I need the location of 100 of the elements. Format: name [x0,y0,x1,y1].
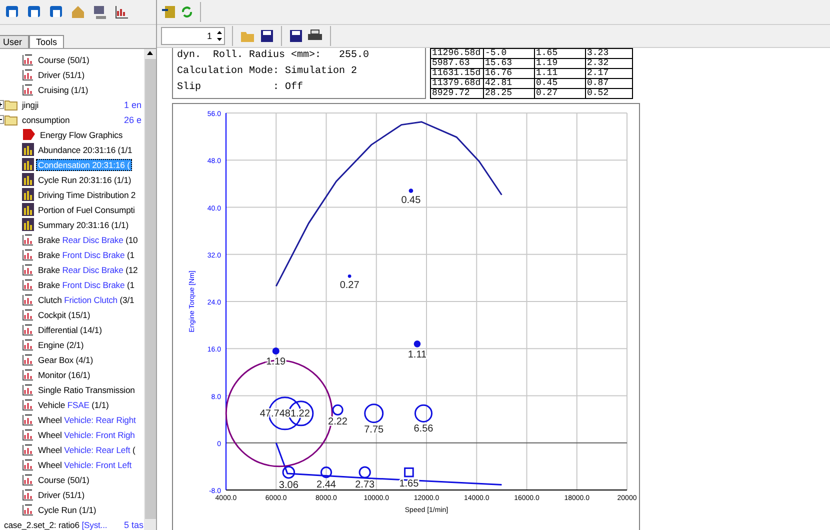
folder-icon [4,114,18,126]
table-cell: 0.45 [534,78,586,88]
table-cell: 5987.63 [430,58,484,68]
chart-file-icon [22,383,34,396]
chart-file-icon [22,263,34,276]
chart-file-icon [22,443,34,456]
scrollbar[interactable] [144,49,156,530]
chart-file-icon [22,488,34,501]
table-cell: 0.27 [534,88,586,98]
tree-item[interactable]: Wheel Vehicle: Rear Right [36,414,138,426]
chart-file-icon [22,473,34,486]
energy-flow-icon [22,128,36,141]
data-label: 2.73 [355,480,375,491]
tree-item[interactable]: Wheel Vehicle: Front Righ [36,428,137,440]
tree-item[interactable]: Vehicle FSAE (1/1) [36,398,111,410]
table-cell: 3.23 [586,48,632,58]
chart-file-icon [22,353,34,366]
tree-item[interactable]: Portion of Fuel Consumpti [36,204,137,216]
data-point [348,274,352,278]
info-line: Slip : Off [177,80,304,95]
tree-item[interactable]: Cruising (1/1) [36,84,90,96]
document-icon[interactable] [26,4,42,20]
table-cell: 1.19 [534,58,586,68]
scroll-up-icon[interactable] [146,49,154,57]
tree-item[interactable]: Differential (14/1) [36,324,104,336]
chart-file-icon [22,503,34,516]
chart-file-icon [22,68,34,81]
bar-chart-icon [22,173,34,186]
tree-item[interactable]: Wheel Vehicle: Rear Left ( [36,444,138,456]
data-label: 6.56 [414,424,434,435]
tree-item[interactable]: Engine (2/1) [36,338,86,350]
tree-item[interactable]: Monitor (16/1) [36,368,92,380]
document-icon[interactable] [161,4,177,20]
chart-file-icon [22,338,34,351]
tab[interactable]: User [0,35,30,48]
tree-item[interactable]: case_2.set_2: ratio6 [Syst... [2,518,110,530]
page-spinbox[interactable]: 1 [161,27,225,45]
save-icon[interactable] [260,29,274,43]
chart-file-icon [22,53,34,66]
entry-count: 1 en [124,100,142,110]
tree-item[interactable]: Driver (51/1) [36,488,86,500]
save-icon[interactable] [289,29,303,43]
chart-file-icon [22,458,34,471]
chart-file-icon [22,413,34,426]
tree-item[interactable]: Course (50/1) [36,54,92,66]
table-cell: 28.25 [484,88,534,98]
entry-count: 26 e [124,114,142,124]
table-cell: 11296.58d [430,48,484,58]
tree-item[interactable]: Driving Time Distribution 2 [36,188,138,200]
tree-item[interactable]: Single Ratio Transmission [36,384,137,396]
info-line: Calculation Mode: Simulation 2 [177,64,358,79]
tree-item[interactable]: Energy Flow Graphics [38,128,125,140]
document-icon[interactable] [4,4,20,20]
collapse-icon[interactable] [0,115,4,124]
tree-item[interactable]: Cycle Run 20:31:16 (1/1) [36,174,134,186]
bubble [282,466,296,479]
chart-icon[interactable] [114,4,130,20]
info-line: dyn. Roll. Radius <mm>: 255.0 [177,48,370,63]
expand-icon[interactable] [0,100,4,109]
tree-item[interactable]: Summary 20:31:16 (1/1) [36,218,130,230]
table-cell: 11631.15d [430,68,484,78]
document-icon[interactable] [48,4,64,20]
data-label: 1.65 [399,478,419,490]
data-label: 0.27 [340,280,360,291]
data-point [408,188,414,193]
tree-item[interactable]: Cockpit (15/1) [36,308,92,320]
tree-item[interactable]: Driver (51/1) [36,68,86,80]
tree-item[interactable]: Course (50/1) [36,474,92,486]
chart-file-icon [22,368,34,381]
tree-item[interactable]: Brake Rear Disc Brake (12 [36,264,140,276]
printer-icon[interactable] [307,29,323,43]
chart-file-icon [22,308,34,321]
tree-item[interactable]: Brake Front Disc Brake (1 [36,248,136,260]
table-cell: 15.63 [484,58,534,68]
table-cell: 8929.72 [430,88,484,98]
tree-item[interactable]: consumption [20,114,72,126]
tree-item[interactable]: jingji [20,98,41,110]
tree-item[interactable]: Brake Front Disc Brake (1 [36,278,136,290]
tree-item[interactable]: Abundance 20:31:16 (1/1 [36,144,134,156]
table-cell: 0.52 [586,88,632,98]
data-point [272,347,280,354]
data-label: 2.44 [316,479,336,490]
entry-count: 5 tas [124,520,144,530]
refresh-icon[interactable] [181,5,193,19]
table-cell: 2.17 [586,68,632,78]
chart-file-icon [22,233,34,246]
table-cell: 16.76 [484,68,534,78]
tree-item[interactable]: Clutch Friction Clutch (3/1 [36,294,136,306]
spin-arrows-icon[interactable] [215,29,224,43]
computer-icon[interactable] [92,4,108,20]
data-point [414,340,421,348]
tab[interactable]: Tools [29,35,64,48]
table-cell: 2.32 [586,58,632,68]
tree-item[interactable]: Cycle Run (1/1) [36,504,98,516]
table-cell: 42.81 [484,78,534,88]
tree-item[interactable]: Wheel Vehicle: Front Left [36,458,134,470]
tree-item[interactable]: Brake Rear Disc Brake (10 [36,234,140,246]
data-label: 3.06 [278,480,298,491]
chart-file-icon [22,278,34,291]
tree-item[interactable]: Gear Box (4/1) [36,354,95,366]
